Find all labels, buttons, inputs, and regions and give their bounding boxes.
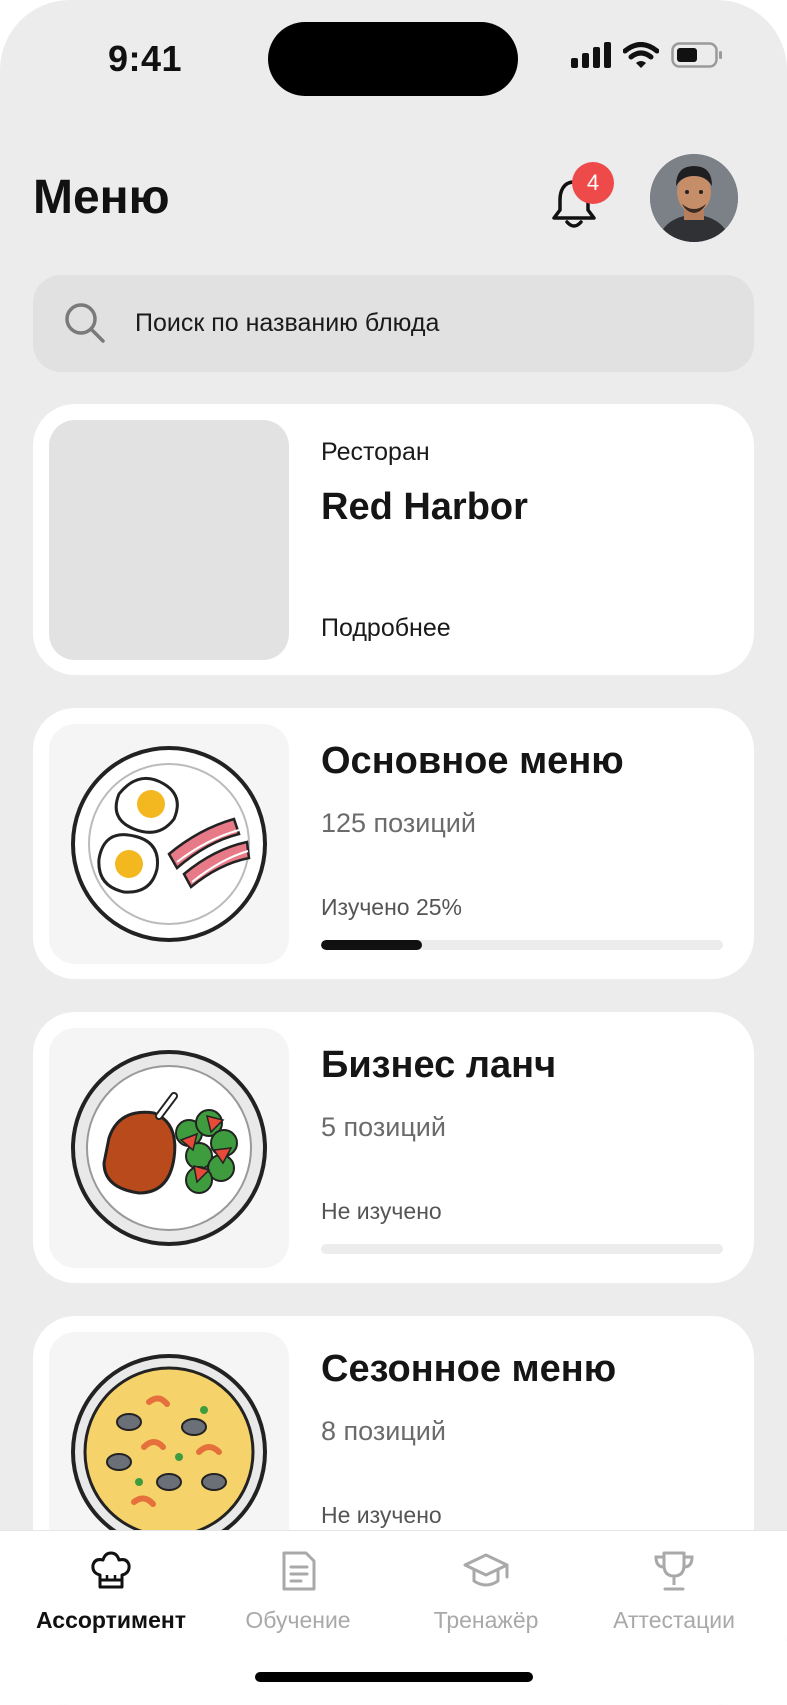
menu-item-count: 5 позиций [321, 1112, 446, 1142]
eggs-and-bacon-plate-image [49, 724, 289, 964]
cellular-signal-icon [571, 42, 611, 68]
tab-certifications[interactable]: Аттестации [584, 1549, 764, 1634]
chef-hat-icon [91, 1551, 131, 1589]
progress-label: Не изучено [321, 1502, 442, 1528]
tab-label: Тренажёр [433, 1607, 539, 1633]
status-bar: 9:41 [0, 0, 787, 120]
page-title: Меню [33, 171, 170, 224]
menu-item-count: 125 позиций [321, 808, 476, 838]
restaurant-label: Ресторан [321, 438, 430, 466]
menu-title: Сезонное меню [321, 1348, 617, 1390]
tab-label: Ассортимент [35, 1607, 187, 1633]
tab-label: Аттестации [613, 1607, 735, 1633]
restaurant-card[interactable]: Ресторан Red Harbor Подробнее [33, 404, 754, 675]
header: Меню 4 [0, 150, 787, 250]
menu-title: Основное меню [321, 740, 624, 782]
avatar[interactable] [650, 154, 738, 242]
details-link[interactable]: Подробнее [321, 614, 451, 643]
menu-card[interactable]: Бизнес ланч 5 позиций Не изучено [33, 1012, 754, 1283]
search-placeholder: Поиск по названию блюда [135, 309, 440, 337]
tab-label: Обучение [245, 1607, 351, 1633]
progress-label: Не изучено [321, 1198, 442, 1224]
document-icon [282, 1551, 316, 1591]
restaurant-name: Red Harbor [321, 486, 528, 528]
tab-assortment[interactable]: Ассортимент [21, 1549, 201, 1634]
trophy-icon [654, 1551, 694, 1591]
search-bar[interactable]: Поиск по названию блюда [33, 275, 754, 372]
menu-card[interactable]: Основное меню 125 позиций Изучено 25% [33, 708, 754, 979]
restaurant-image-placeholder [49, 420, 289, 660]
progress-label: Изучено 25% [321, 894, 463, 920]
notification-badge[interactable]: 4 [572, 162, 614, 204]
progress-bar [321, 1244, 723, 1254]
status-icons [571, 42, 723, 68]
chicken-leg-with-salad-plate-image [49, 1028, 289, 1268]
search-icon [65, 303, 105, 343]
home-indicator [255, 1672, 533, 1682]
tab-trainer[interactable]: Тренажёр [396, 1549, 576, 1634]
status-time: 9:41 [108, 38, 183, 79]
menu-title: Бизнес ланч [321, 1044, 557, 1086]
dynamic-island [268, 22, 518, 96]
tab-learning[interactable]: Обучение [208, 1549, 388, 1634]
graduation-cap-icon [463, 1553, 509, 1587]
menu-item-count: 8 позиций [321, 1416, 446, 1446]
app-screen: 9:41 Меню 4 Поиск по названию блюда Рест… [0, 0, 787, 1705]
progress-bar [321, 940, 723, 950]
battery-icon [671, 42, 722, 68]
wifi-icon [623, 42, 659, 68]
progress-fill [321, 940, 422, 950]
